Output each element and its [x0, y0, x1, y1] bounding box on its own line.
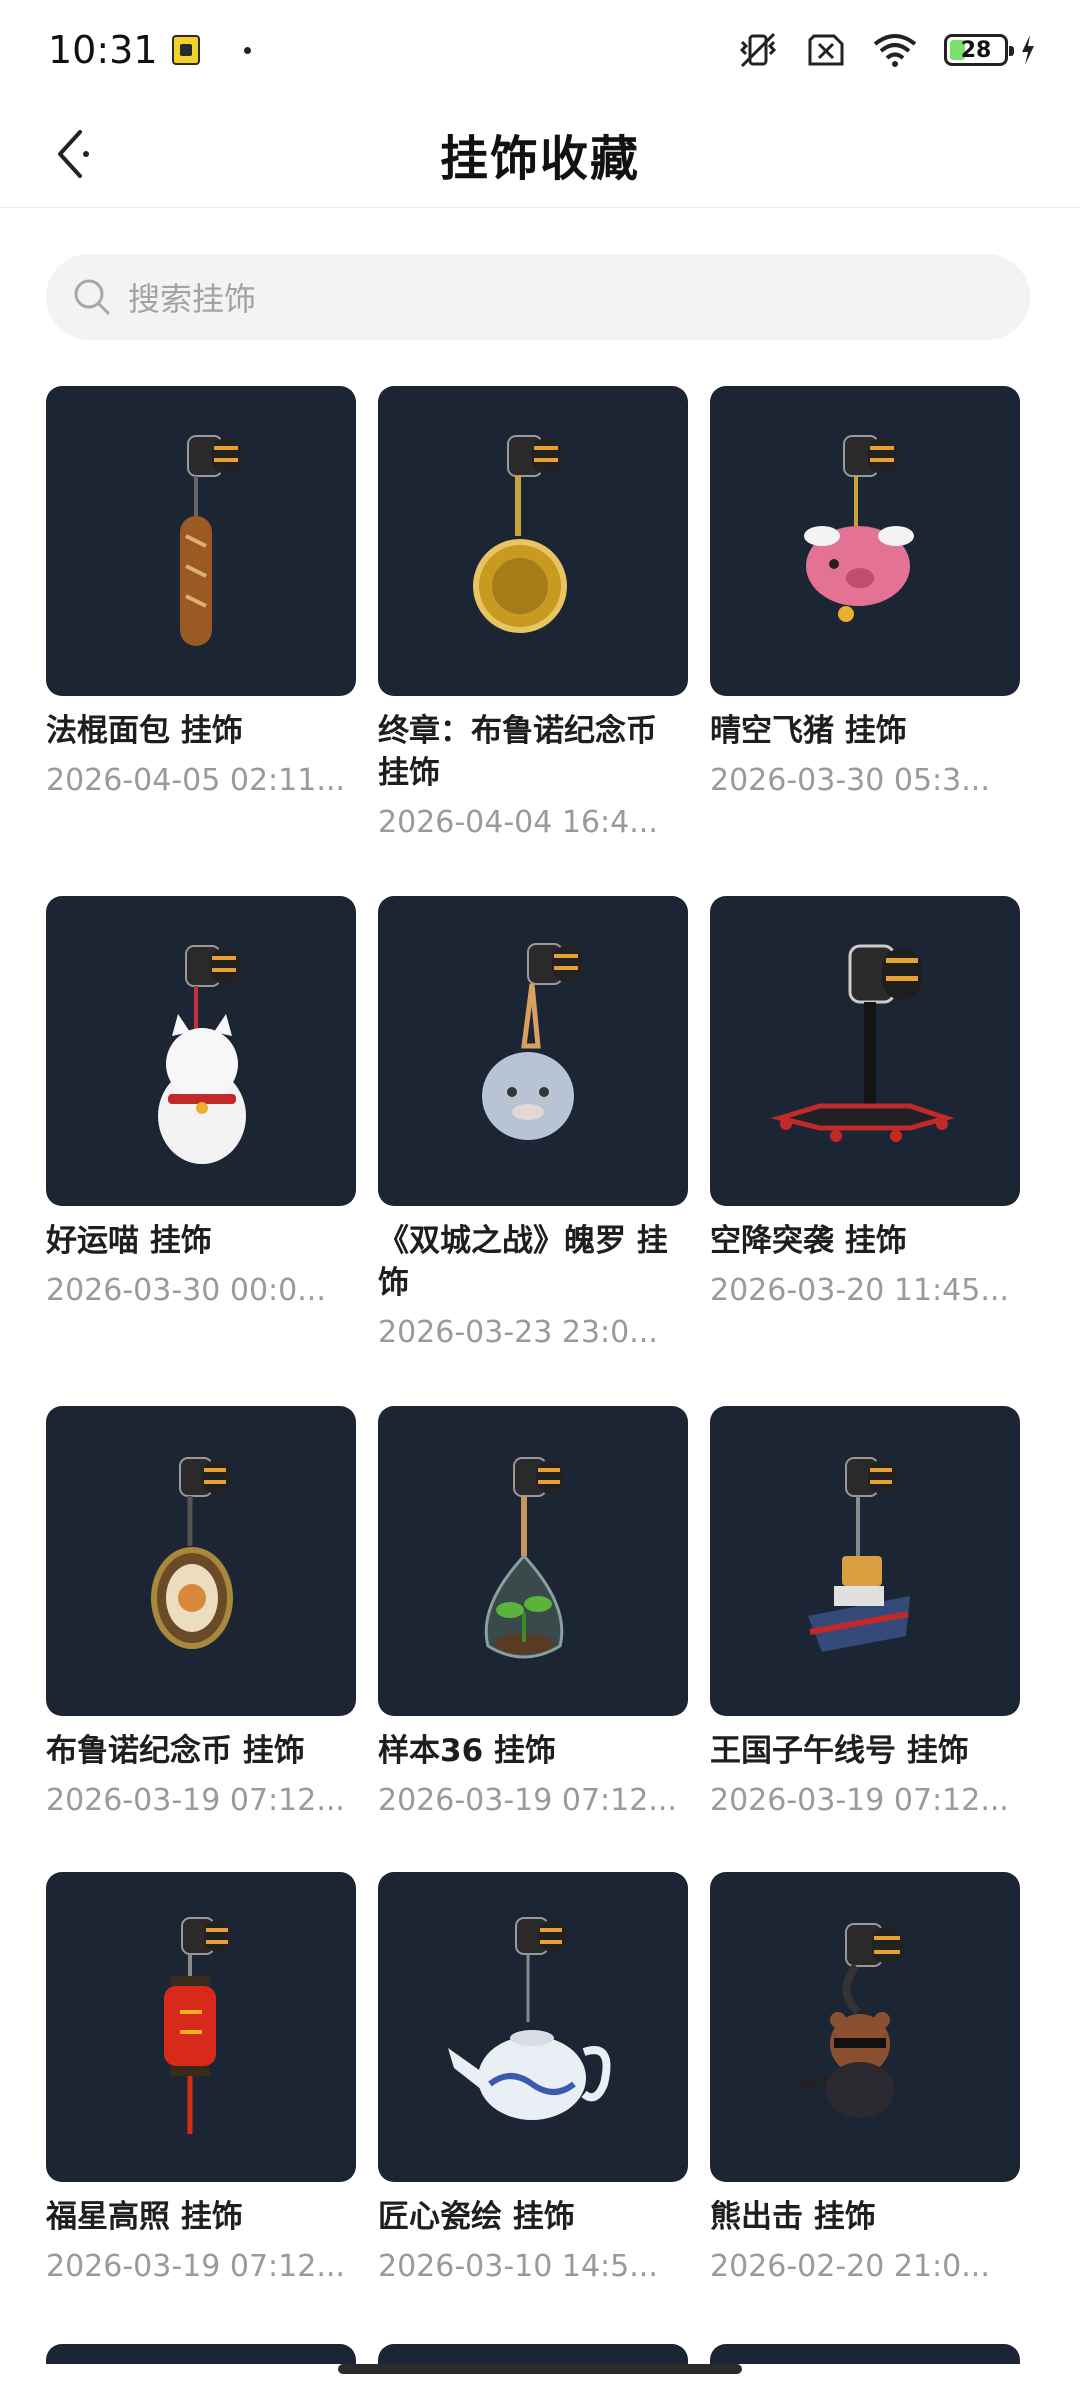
item-date: 2026-03-19 07:12... — [46, 1783, 345, 1818]
thumbnail — [710, 1406, 1020, 1716]
lantern-charm-icon — [164, 1917, 232, 2134]
item-title: 布鲁诺纪念币 挂饰 — [46, 1733, 305, 1769]
status-left: 10:31 — [48, 28, 251, 72]
battery-level: 28 — [960, 37, 992, 63]
teapot-charm-icon — [448, 1917, 611, 2120]
next-row-thumbnail — [710, 2344, 1020, 2364]
item-title: 好运喵 挂饰 — [46, 1223, 212, 1259]
back-button[interactable] — [36, 118, 108, 190]
item-date: 2026-03-19 07:12... — [378, 1783, 677, 1818]
battery-cap — [1009, 46, 1014, 56]
status-bar: 10:31 28 — [0, 0, 1080, 100]
item-title: 匠心瓷绘 挂饰 — [378, 2199, 575, 2235]
list-item[interactable]: 《双城之战》魄罗 挂饰 2026-03-23 23:0... — [378, 896, 688, 1354]
battery-indicator: 28 — [944, 34, 1014, 66]
list-item[interactable]: 匠心瓷绘 挂饰 2026-03-10 14:5... — [378, 1872, 688, 2288]
search-placeholder: 搜索挂饰 — [128, 280, 257, 318]
item-title: 王国子午线号 挂饰 — [710, 1733, 969, 1769]
ship-charm-icon — [808, 1457, 910, 1652]
thumbnail — [46, 386, 356, 696]
home-indicator[interactable] — [338, 2364, 742, 2374]
terrarium-charm-icon — [484, 1457, 564, 1659]
thumbnail — [378, 1872, 688, 2182]
next-row-thumbnail — [378, 2344, 688, 2364]
wifi-icon — [873, 34, 917, 67]
item-date: 2026-03-19 07:12... — [710, 1783, 1009, 1818]
item-title: 《双城之战》魄罗 挂饰 — [378, 1223, 668, 1301]
list-item[interactable]: 晴空飞猪 挂饰 2026-03-30 05:3... — [710, 386, 1020, 802]
thumbnail — [378, 1406, 688, 1716]
flying-pig-charm-icon — [804, 435, 914, 622]
medallion-charm-icon — [151, 1457, 233, 1649]
item-title: 熊出击 挂饰 — [710, 2199, 876, 2235]
status-right: 28 — [736, 30, 1036, 70]
bear-charm-icon — [798, 1923, 904, 2118]
header: 挂饰收藏 — [0, 100, 1080, 208]
item-date: 2026-04-04 16:4... — [378, 805, 658, 840]
thumbnail — [46, 1406, 356, 1716]
item-title: 空降突袭 挂饰 — [710, 1223, 907, 1259]
more-notifications-dot — [243, 46, 251, 54]
thumbnail — [710, 386, 1020, 696]
item-title: 终章：布鲁诺纪念币 挂饰 — [378, 713, 657, 791]
list-item[interactable]: 终章：布鲁诺纪念币 挂饰 2026-04-04 16:4... — [378, 386, 688, 844]
thumbnail — [46, 1872, 356, 2182]
item-title: 晴空飞猪 挂饰 — [710, 713, 907, 749]
status-time: 10:31 — [48, 28, 158, 72]
item-date: 2026-03-20 11:45... — [710, 1273, 1009, 1308]
item-date: 2026-03-30 00:0... — [46, 1273, 326, 1308]
thumbnail — [710, 896, 1020, 1206]
lucky-cat-charm-icon — [158, 945, 246, 1164]
poro-charm-icon — [482, 943, 582, 1140]
list-item[interactable]: 王国子午线号 挂饰 2026-03-19 07:12... — [710, 1406, 1020, 1822]
item-date: 2026-03-19 07:12... — [46, 2249, 345, 2284]
item-date: 2026-03-23 23:0... — [378, 1315, 658, 1350]
search-input[interactable]: 搜索挂饰 — [46, 254, 1030, 340]
list-item[interactable]: 熊出击 挂饰 2026-02-20 21:0... — [710, 1872, 1020, 2288]
item-date: 2026-04-05 02:11... — [46, 763, 345, 798]
no-sim-icon — [808, 34, 844, 66]
charging-icon — [1022, 35, 1034, 65]
baguette-charm-icon — [180, 435, 242, 646]
item-title: 样本36 挂饰 — [378, 1733, 556, 1769]
list-item[interactable]: 法棍面包 挂饰 2026-04-05 02:11... — [46, 386, 356, 802]
item-title: 法棍面包 挂饰 — [46, 713, 243, 749]
item-date: 2026-03-10 14:5... — [378, 2249, 658, 2284]
coin-charm-icon — [473, 435, 567, 633]
app-notification-icon — [171, 35, 200, 65]
thumbnail — [378, 896, 688, 1206]
search-icon — [74, 279, 110, 315]
page-title: 挂饰收藏 — [439, 130, 640, 187]
thumbnail — [46, 896, 356, 1206]
thumbnail — [378, 386, 688, 696]
list-item[interactable]: 空降突袭 挂饰 2026-03-20 11:45... — [710, 896, 1020, 1312]
list-item[interactable]: 布鲁诺纪念币 挂饰 2026-03-19 07:12... — [46, 1406, 356, 1822]
vibrate-off-icon — [739, 32, 777, 68]
next-row-thumbnail — [46, 2344, 356, 2364]
chevron-left-icon — [58, 130, 89, 178]
item-title: 福星高照 挂饰 — [46, 2199, 243, 2235]
list-item[interactable]: 样本36 挂饰 2026-03-19 07:12... — [378, 1406, 688, 1822]
item-date: 2026-03-30 05:3... — [710, 763, 990, 798]
list-item[interactable]: 好运喵 挂饰 2026-03-30 00:0... — [46, 896, 356, 1312]
list-item[interactable]: 福星高照 挂饰 2026-03-19 07:12... — [46, 1872, 356, 2288]
thumbnail — [710, 1872, 1020, 2182]
drop-stand-charm-icon — [770, 944, 955, 1142]
item-date: 2026-02-20 21:0... — [710, 2249, 990, 2284]
